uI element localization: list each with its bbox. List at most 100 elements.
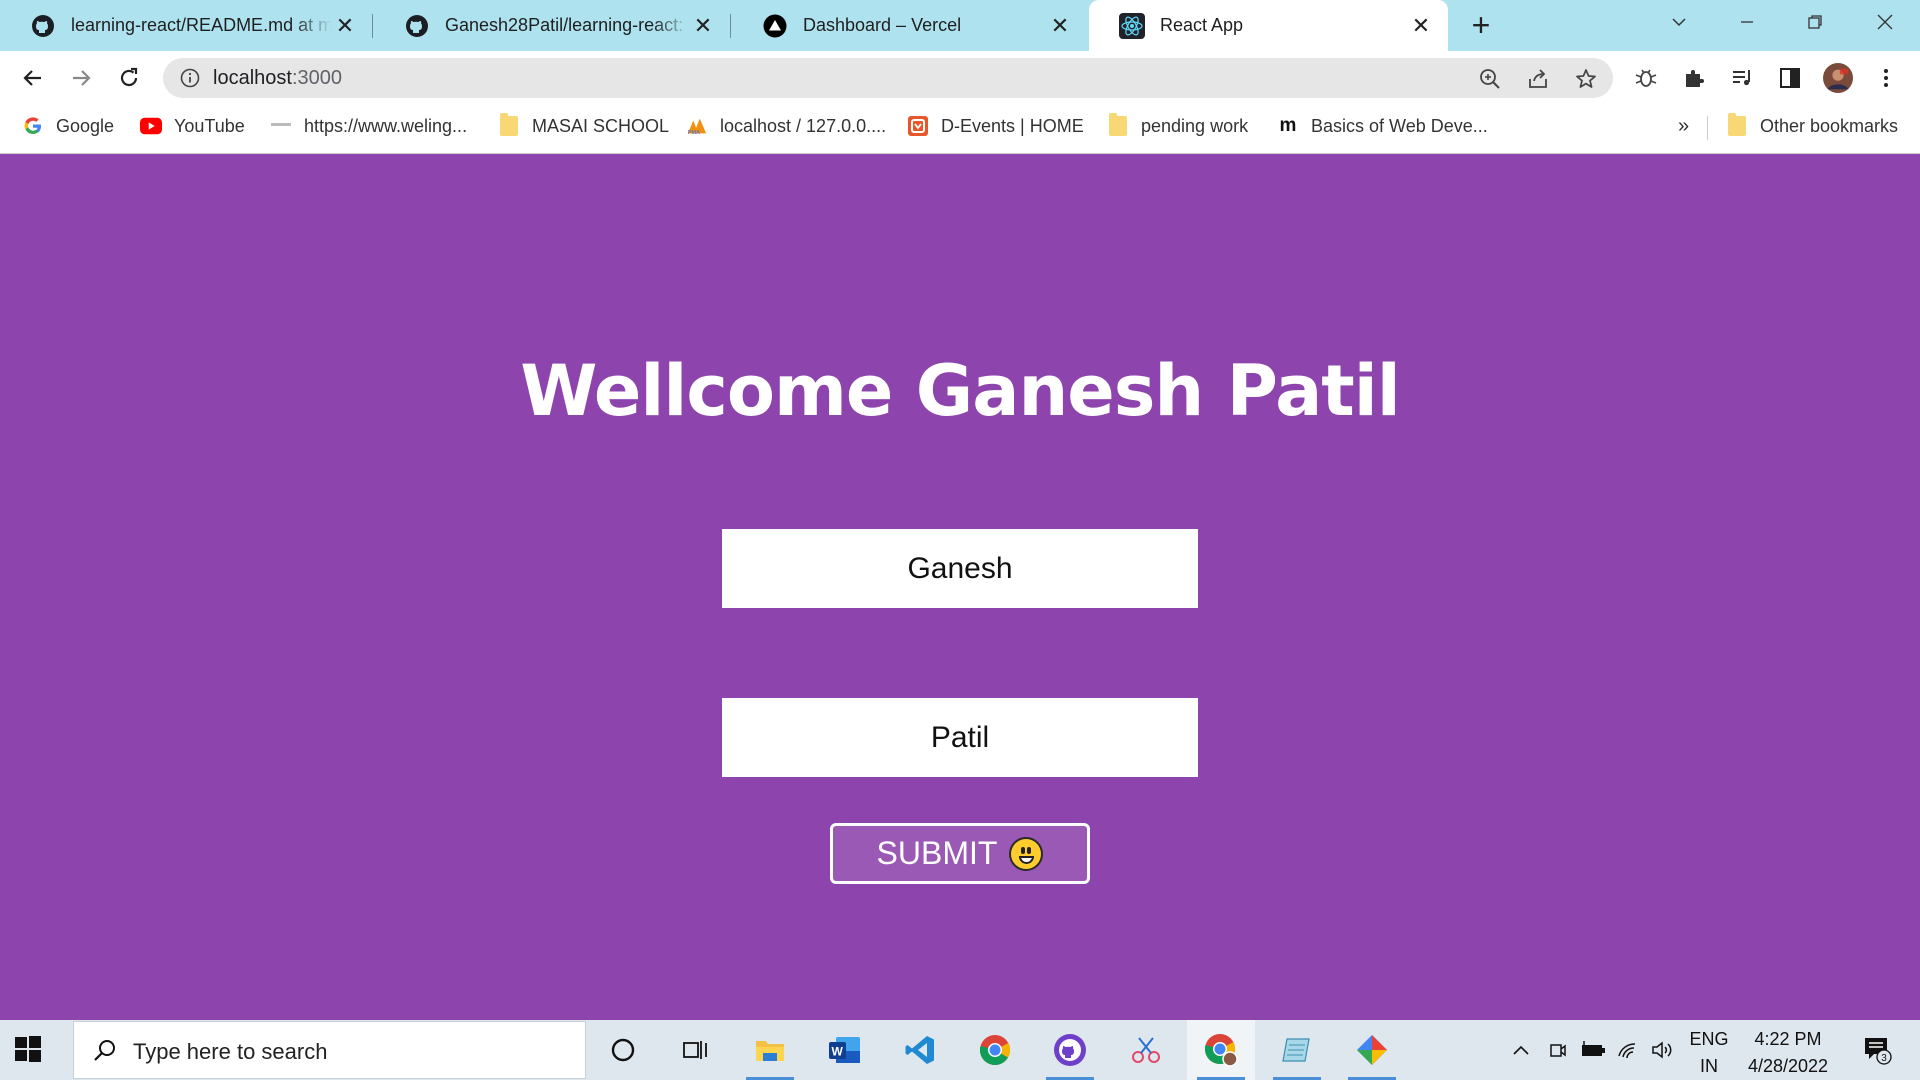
github-desktop-icon[interactable] [1036,1020,1104,1080]
last-name-input[interactable] [722,698,1198,777]
medium-icon: m [1279,115,1297,136]
bookmark-label: https://www.weling... [304,115,468,136]
site-icon [270,115,292,137]
submit-button[interactable]: SUBMIT [830,823,1090,884]
language-region: IN [1700,1056,1718,1076]
side-panel-icon[interactable] [1775,63,1805,93]
url-text[interactable]: localhost:3000 [213,67,342,90]
close-tab-icon[interactable]: ✕ [1047,13,1073,39]
language-indicator[interactable]: ENG IN [1684,1026,1734,1080]
restore-button[interactable] [1786,0,1844,44]
new-tab-button[interactable]: + [1463,8,1499,44]
taskbar-clock[interactable]: 4:22 PM 4/28/2022 [1738,1026,1838,1080]
task-view-icon[interactable] [662,1020,730,1080]
svg-text:W: W [832,1045,844,1059]
site-info-icon[interactable] [179,67,201,89]
extensions-puzzle-icon[interactable] [1679,63,1709,93]
bookmark-youtube[interactable]: YouTube [140,104,245,148]
vercel-icon [762,13,788,39]
folder-icon [1726,113,1748,137]
media-control-icon[interactable] [1727,63,1757,93]
bookmarks-overflow-button[interactable]: » [1678,104,1689,148]
url-port: :3000 [291,67,342,89]
start-windows-icon[interactable] [14,1035,44,1065]
phpmyadmin-icon: PMA [686,115,708,137]
tab-react-app[interactable]: React App ✕ [1089,0,1448,51]
google-icon [22,115,44,137]
search-placeholder: Type here to search [133,1039,328,1064]
bookmark-weling[interactable]: https://www.weling... [270,104,467,148]
bookmark-label: Basics of Web Deve... [1311,115,1488,136]
tab-separator [372,14,373,38]
bookmark-label: Other bookmarks [1760,115,1899,136]
bookmark-folder-pending[interactable]: pending work [1107,104,1248,148]
clock-date: 4/28/2022 [1747,1056,1829,1076]
close-tab-icon[interactable]: ✕ [332,13,358,39]
first-name-input[interactable] [722,529,1198,608]
close-tab-icon[interactable]: ✕ [690,13,716,39]
show-hidden-icons-chevron-icon[interactable] [1506,1020,1536,1080]
bookmark-web-basics[interactable]: m Basics of Web Deve... [1277,104,1488,148]
snipping-tool-icon[interactable] [1112,1020,1180,1080]
chrome-icon[interactable] [961,1020,1029,1080]
file-explorer-icon[interactable] [736,1020,804,1080]
folder-icon [1107,113,1129,137]
reload-button[interactable] [112,61,146,95]
app-diamond-icon[interactable] [1338,1020,1406,1080]
bookmark-star-icon[interactable] [1573,66,1599,92]
bookmark-label: Google [56,115,115,136]
bookmark-folder-other[interactable]: Other bookmarks [1726,104,1898,148]
tab-title: React App [1160,15,1244,35]
tab-title: Ganesh28Patil/learning-react: This [445,15,690,35]
tab-vercel[interactable]: Dashboard – Vercel ✕ [732,0,1087,51]
tab-strip: learning-react/README.md at main ✕ Ganes… [0,0,1920,51]
minimize-button[interactable] [1718,0,1776,44]
taskbar-search-box[interactable]: Type here to search [73,1021,586,1079]
bookmark-label: localhost / 127.0.0.... [720,115,887,136]
word-icon[interactable]: W [811,1020,879,1080]
bookmark-label: MASAI SCHOOL [532,115,670,136]
profile-avatar[interactable] [1823,63,1853,93]
volume-icon[interactable] [1646,1020,1678,1080]
folder-icon [498,113,520,137]
tab-title: learning-react/README.md at main [71,15,332,35]
bookmark-google[interactable]: Google [22,104,114,148]
language-code: ENG [1689,1029,1729,1049]
close-window-button[interactable] [1856,0,1914,44]
bookmarks-bar: Google YouTube https://www.weling... MAS… [0,104,1920,154]
tab-readme[interactable]: learning-react/README.md at main ✕ [0,0,372,51]
meet-now-icon[interactable] [1542,1020,1574,1080]
devents-icon [907,115,929,137]
cortana-icon[interactable] [589,1020,657,1080]
tab-learning-react[interactable]: Ganesh28Patil/learning-react: This ✕ [374,0,730,51]
back-button[interactable] [16,61,50,95]
youtube-icon [140,115,162,137]
wifi-icon[interactable] [1612,1020,1644,1080]
svg-text:PMA: PMA [688,130,700,136]
bookmark-localhost[interactable]: PMA localhost / 127.0.0.... [686,104,886,148]
windows-taskbar: Type here to search W ENG IN 4:22 PM 4/2… [0,1020,1920,1080]
tab-search-chevron-icon[interactable] [1650,0,1708,44]
forward-button[interactable] [64,61,98,95]
notification-center-icon[interactable]: 3 [1852,1020,1902,1080]
bookmark-devents[interactable]: D-Events | HOME [907,104,1084,148]
battery-icon[interactable] [1576,1020,1610,1080]
clock-time: 4:22 PM [1754,1029,1822,1049]
chrome-active-icon[interactable] [1187,1020,1255,1080]
welcome-heading: Wellcome Ganesh Patil [520,350,1401,432]
share-icon[interactable] [1525,66,1551,92]
bookmark-folder-masai[interactable]: MASAI SCHOOL [498,104,669,148]
page-content: Wellcome Ganesh Patil [0,155,1920,1020]
vscode-icon[interactable] [886,1020,954,1080]
bookmark-label: pending work [1141,115,1249,136]
bookmarks-separator [1707,116,1708,140]
chrome-menu-icon[interactable] [1871,63,1901,93]
extension-bug-icon[interactable] [1631,63,1661,93]
zoom-icon[interactable] [1477,66,1503,92]
url-host: localhost [213,67,292,89]
bookmark-label: YouTube [174,115,245,136]
address-bar[interactable]: localhost:3000 [163,58,1613,98]
close-tab-icon[interactable]: ✕ [1408,13,1434,39]
notepad-icon[interactable] [1263,1020,1331,1080]
tab-title: Dashboard – Vercel [803,15,962,35]
